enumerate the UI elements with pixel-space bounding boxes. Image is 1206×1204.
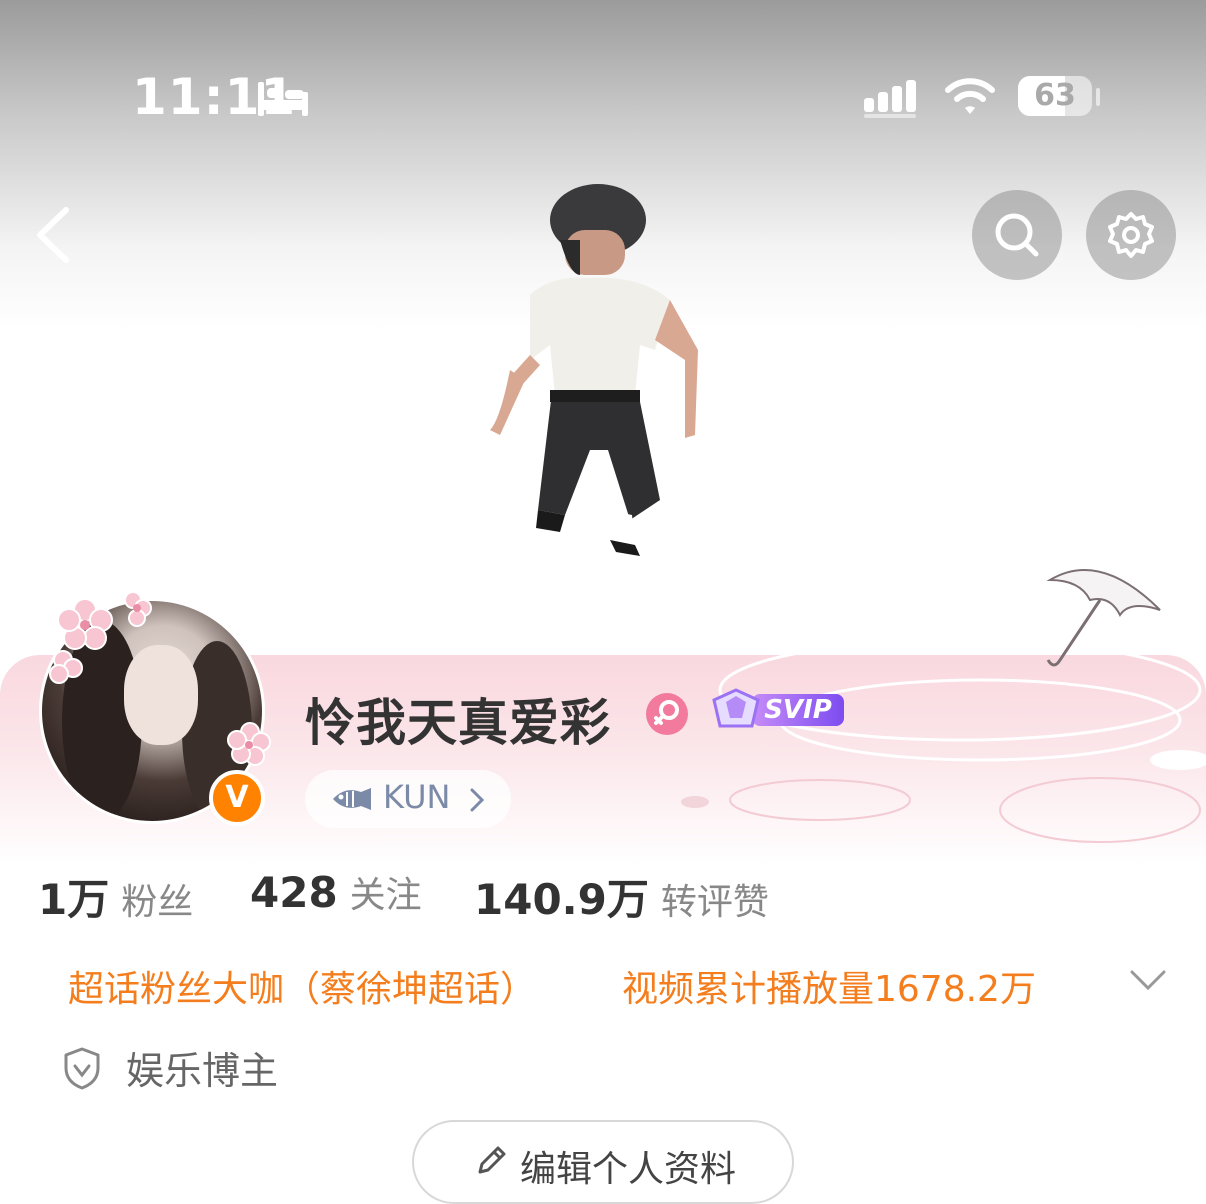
back-button[interactable] [30,200,90,270]
wifi-icon [945,78,995,114]
stat-label: 转评赞 [660,882,769,923]
supertopic-fan-tag[interactable]: 超话粉丝大咖（蔡徐坤超话） [68,960,536,1012]
signal-icon [864,80,916,118]
fan-group-label: KUN [383,778,451,816]
stat-value: 1万 [38,875,110,924]
battery-level: 63 [1034,78,1076,113]
verified-badge: V [209,770,265,826]
stat-value: 140.9万 [474,875,649,924]
fan-group-pill[interactable]: KUN [305,770,511,828]
chevron-left-icon [37,207,69,263]
crown-gem-icon [712,688,760,728]
cherry-blossom-icon [227,722,271,766]
gear-icon [1108,212,1154,258]
shield-check-icon [64,1047,100,1090]
fish-icon [333,788,371,810]
username: 怜我天真爱彩 [305,694,611,752]
video-views-tag[interactable]: 视频累计播放量1678.2万 [622,960,1036,1012]
category-label: 娱乐博主 [126,1049,279,1093]
stat-label: 粉丝 [121,882,194,923]
edit-profile-label: 编辑个人资料 [520,1149,737,1190]
search-button[interactable] [972,190,1062,280]
stat-value: 428 [250,868,338,917]
search-icon [995,213,1039,257]
cherry-blossom-icon [49,591,152,684]
status-bar: 11:11 63 [0,60,1206,140]
umbrella-decoration [1046,569,1161,667]
battery-icon: 63 [1018,76,1094,116]
female-icon [646,693,688,735]
battery-cap [1096,88,1100,106]
chevron-right-icon [470,788,485,812]
edit-profile-button[interactable]: 编辑个人资料 [412,1120,794,1204]
cover-dancer-image [490,184,698,556]
svip-badge[interactable]: SVIP [706,686,846,734]
sleep-focus-icon [258,82,308,116]
settings-button[interactable] [1086,190,1176,280]
stat-label: 关注 [349,875,422,916]
stat-following[interactable]: 428 关注 [250,866,422,918]
chevron-down-icon[interactable] [1128,968,1168,992]
stat-engagement[interactable]: 140.9万 转评赞 [474,866,769,927]
stat-followers[interactable]: 1万 粉丝 [38,866,193,927]
pencil-icon [478,1146,506,1174]
